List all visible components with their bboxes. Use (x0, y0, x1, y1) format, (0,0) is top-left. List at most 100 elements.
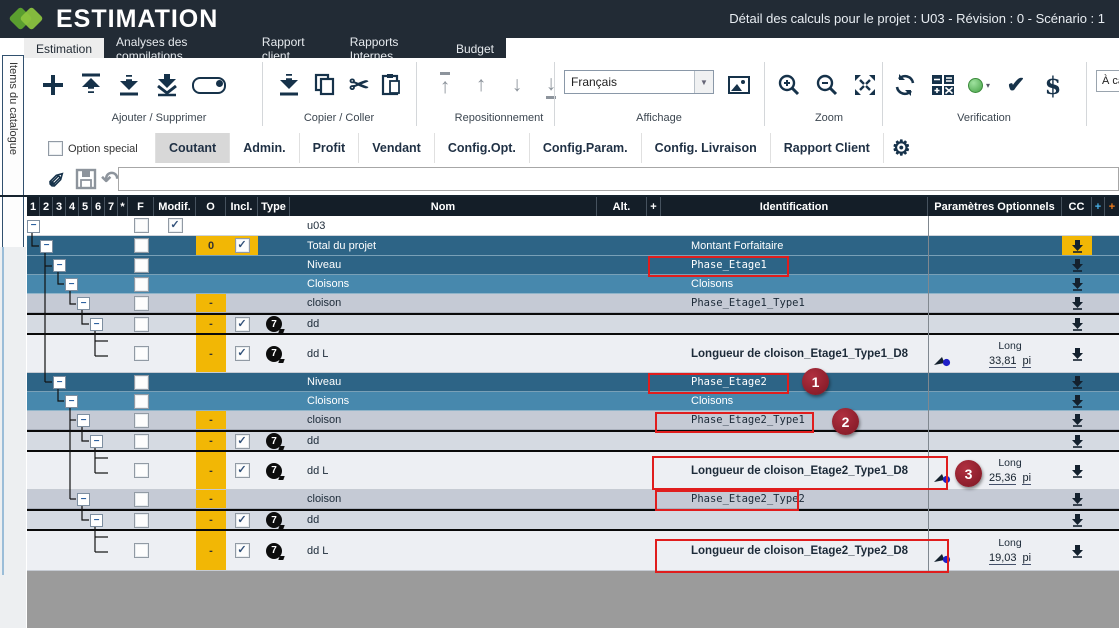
incl-checkbox[interactable] (235, 317, 250, 332)
param-unit[interactable]: pi (1022, 355, 1031, 368)
cc-cell[interactable] (1062, 432, 1092, 450)
tab-coutant[interactable]: Coutant (155, 133, 230, 163)
calculator-icon[interactable] (926, 68, 960, 102)
insert-down-button[interactable] (112, 68, 146, 102)
collapse-toggle-icon[interactable] (90, 435, 103, 448)
tab-config-param[interactable]: Config.Param. (530, 133, 642, 163)
col-identification[interactable]: Identification (661, 197, 928, 216)
collapse-toggle-icon[interactable] (65, 395, 78, 408)
col-plus-1[interactable]: + (647, 197, 661, 216)
col-4[interactable]: 4 (66, 197, 79, 216)
cut-button[interactable] (342, 68, 376, 102)
param-value[interactable]: 33,81 (989, 355, 1017, 368)
col-2[interactable]: 2 (40, 197, 53, 216)
dollar-button[interactable] (1036, 68, 1070, 102)
col-plus-2[interactable]: + (1092, 197, 1105, 216)
tab-rapports-internes[interactable]: Rapports Internes (338, 38, 444, 58)
table-row[interactable]: Niveau Phase_Etage2 (27, 373, 1119, 392)
image-button[interactable] (722, 68, 756, 102)
modif-checkbox[interactable] (168, 218, 183, 233)
table-row[interactable]: - cloison Phase_Etage1_Type1 (27, 294, 1119, 313)
collapse-toggle-icon[interactable] (53, 259, 66, 272)
col-incl[interactable]: Incl. (226, 197, 258, 216)
move-up-button[interactable] (464, 68, 498, 102)
col-type[interactable]: Type (258, 197, 290, 216)
check-button[interactable] (999, 68, 1033, 102)
zoom-out-icon[interactable] (810, 68, 844, 102)
col-alt[interactable]: Alt. (597, 197, 647, 216)
edit-pencil-icon[interactable] (46, 167, 70, 191)
cc-cell[interactable] (1062, 490, 1092, 508)
collapse-toggle-icon[interactable] (90, 514, 103, 527)
table-row[interactable]: Cloisons Cloisons (27, 392, 1119, 411)
collapse-toggle-icon[interactable] (77, 414, 90, 427)
tab-config-opt[interactable]: Config.Opt. (435, 133, 530, 163)
col-6[interactable]: 6 (92, 197, 105, 216)
incl-checkbox[interactable] (235, 238, 250, 253)
move-top-button[interactable] (428, 68, 462, 102)
collapse-toggle-icon[interactable] (27, 220, 40, 233)
col-1[interactable]: 1 (27, 197, 40, 216)
status-dot-icon[interactable]: ▾ (962, 68, 996, 102)
col-modif[interactable]: Modif. (154, 197, 196, 216)
toggle-icon[interactable] (192, 68, 226, 102)
param-value[interactable]: 25,36 (989, 472, 1017, 485)
tab-profit[interactable]: Profit (300, 133, 360, 163)
option-special-checkbox[interactable] (48, 141, 63, 156)
collapse-toggle-icon[interactable] (77, 297, 90, 310)
col-f[interactable]: F (128, 197, 154, 216)
copy-button[interactable] (308, 68, 342, 102)
col-parametres-optionnels[interactable]: Paramètres Optionnels (928, 197, 1062, 216)
table-row[interactable]: - 7 dd (27, 509, 1119, 531)
paste-insert-button[interactable] (272, 68, 306, 102)
tab-analyses-compilations[interactable]: Analyses des compilations (104, 38, 250, 58)
gear-icon[interactable] (884, 133, 919, 163)
collapse-toggle-icon[interactable] (90, 318, 103, 331)
param-unit[interactable]: pi (1022, 472, 1031, 485)
chevron-down-icon[interactable]: ▾ (986, 81, 990, 90)
tab-config-livraison[interactable]: Config. Livraison (642, 133, 771, 163)
tab-rapport-client[interactable]: Rapport client (250, 38, 338, 58)
table-row[interactable]: Cloisons Cloisons (27, 275, 1119, 294)
incl-checkbox[interactable] (235, 513, 250, 528)
zoom-in-icon[interactable] (772, 68, 806, 102)
tab-rapport-client-btn[interactable]: Rapport Client (771, 133, 884, 163)
param-unit[interactable]: pi (1022, 552, 1031, 565)
cc-cell[interactable] (1062, 315, 1092, 333)
table-row[interactable]: - 7 dd (27, 313, 1119, 335)
tab-estimation[interactable]: Estimation (24, 38, 104, 58)
cc-cell[interactable] (1062, 335, 1092, 372)
table-row[interactable]: 0 Total du projet Montant Forfaitaire (27, 236, 1119, 256)
table-row[interactable]: - 7 dd L Longueur de cloison_Etage1_Type… (27, 335, 1119, 373)
zoom-fit-icon[interactable] (848, 68, 882, 102)
col-7[interactable]: 7 (105, 197, 118, 216)
tab-vendant[interactable]: Vendant (359, 133, 435, 163)
status-field[interactable]: À calculer (1096, 70, 1119, 92)
col-star[interactable]: * (118, 197, 128, 216)
formula-eye-icon[interactable] (933, 356, 951, 367)
cc-cell[interactable] (1062, 511, 1092, 529)
cc-cell[interactable] (1062, 294, 1092, 312)
language-select[interactable]: Français ▼ (564, 70, 714, 94)
table-row[interactable]: u03 (27, 216, 1119, 236)
move-bottom-button[interactable] (534, 68, 568, 102)
add-button[interactable] (36, 68, 70, 102)
incl-checkbox[interactable] (235, 346, 250, 361)
collapse-toggle-icon[interactable] (40, 240, 53, 253)
table-row[interactable]: - cloison Phase_Etage2_Type2 (27, 490, 1119, 509)
cc-cell[interactable] (1062, 452, 1092, 489)
col-nom[interactable]: Nom (290, 197, 597, 216)
cc-cell[interactable] (1062, 411, 1092, 429)
param-value[interactable]: 19,03 (989, 552, 1017, 565)
cc-cell[interactable] (1062, 256, 1092, 274)
save-icon[interactable] (74, 167, 98, 191)
insert-up-button[interactable] (74, 68, 108, 102)
cc-cell[interactable] (1062, 531, 1092, 570)
incl-checkbox[interactable] (235, 463, 250, 478)
cc-cell[interactable] (1062, 275, 1092, 293)
recalculate-icon[interactable] (888, 68, 922, 102)
tab-budget[interactable]: Budget (444, 38, 506, 58)
incl-checkbox[interactable] (235, 543, 250, 558)
cc-cell[interactable] (1062, 373, 1092, 391)
delete-down-button[interactable] (150, 68, 184, 102)
